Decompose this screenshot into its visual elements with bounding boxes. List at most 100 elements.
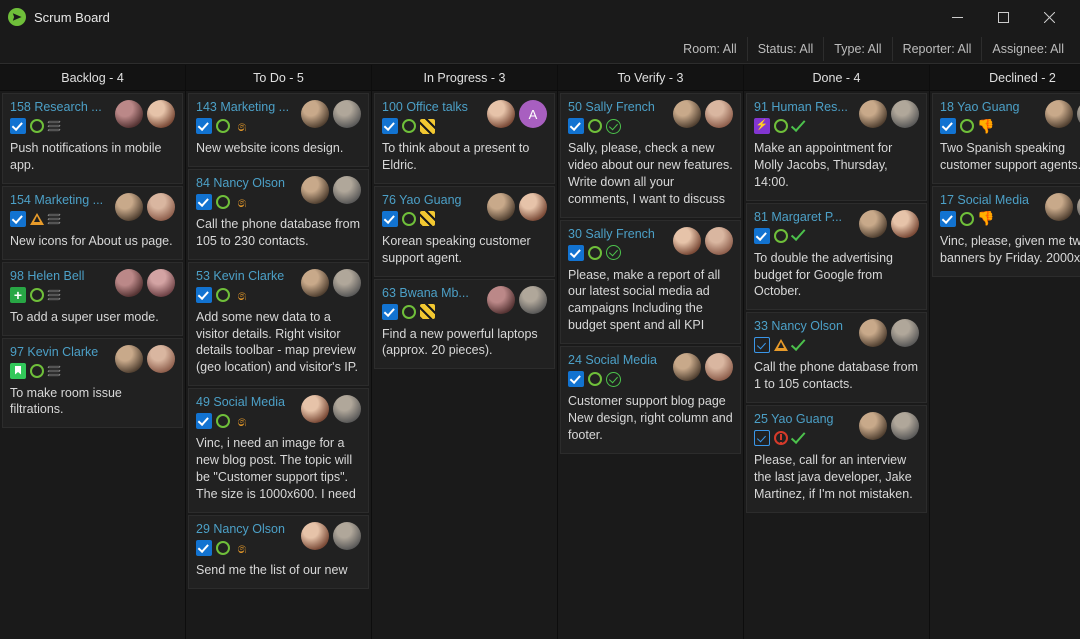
avatar[interactable] — [891, 319, 919, 347]
filter-type[interactable]: Type: All — [824, 37, 892, 61]
avatar[interactable] — [891, 100, 919, 128]
card-title[interactable]: 24 Social Media — [568, 353, 667, 367]
avatar[interactable] — [705, 353, 733, 381]
card[interactable]: 158 Research ...Push notifications in mo… — [2, 93, 183, 184]
avatar[interactable] — [859, 412, 887, 440]
avatar[interactable] — [673, 100, 701, 128]
column-body[interactable]: 18 Yao GuangTwo Spanish speaking custome… — [930, 91, 1080, 639]
card[interactable]: 63 Bwana Mb...Find a new powerful laptop… — [374, 279, 555, 370]
card[interactable]: 25 Yao GuangPlease, call for an intervie… — [746, 405, 927, 513]
column-body[interactable]: 91 Human Res...Make an appointment for M… — [744, 91, 929, 639]
card-title[interactable]: 17 Social Media — [940, 193, 1039, 207]
card-title[interactable]: 25 Yao Guang — [754, 412, 853, 426]
avatar[interactable] — [301, 176, 329, 204]
avatar[interactable]: A — [519, 100, 547, 128]
card-title[interactable]: 154 Marketing ... — [10, 193, 109, 207]
card-title[interactable]: 50 Sally French — [568, 100, 667, 114]
avatar[interactable] — [301, 269, 329, 297]
card[interactable]: 81 Margaret P...To double the advertisin… — [746, 203, 927, 311]
card[interactable]: 49 Social MediaVinc, i need an image for… — [188, 388, 369, 513]
card[interactable]: 17 Social MediaVinc, please, given me tw… — [932, 186, 1080, 277]
avatar[interactable] — [1045, 100, 1073, 128]
avatar[interactable] — [115, 345, 143, 373]
board[interactable]: Backlog - 4158 Research ...Push notifica… — [0, 64, 1080, 639]
avatar[interactable] — [333, 522, 361, 550]
avatar[interactable] — [1045, 193, 1073, 221]
layers-icon — [48, 119, 62, 133]
card[interactable]: 98 Helen BellTo add a super user mode. — [2, 262, 183, 336]
filter-room[interactable]: Room: All — [673, 37, 748, 61]
avatar[interactable] — [487, 193, 515, 221]
avatar[interactable] — [115, 269, 143, 297]
avatar[interactable] — [115, 193, 143, 221]
avatar[interactable] — [301, 395, 329, 423]
card-title[interactable]: 49 Social Media — [196, 395, 295, 409]
filter-assignee[interactable]: Assignee: All — [982, 37, 1074, 61]
card-title[interactable]: 98 Helen Bell — [10, 269, 109, 283]
card[interactable]: 100 Office talksATo think about a presen… — [374, 93, 555, 184]
card-title[interactable]: 158 Research ... — [10, 100, 109, 114]
card-title[interactable]: 143 Marketing ... — [196, 100, 295, 114]
maximize-button[interactable] — [980, 0, 1026, 34]
avatar[interactable] — [487, 100, 515, 128]
card-title[interactable]: 84 Nancy Olson — [196, 176, 295, 190]
minimize-button[interactable] — [934, 0, 980, 34]
avatar[interactable] — [147, 193, 175, 221]
card[interactable]: 91 Human Res...Make an appointment for M… — [746, 93, 927, 201]
avatar[interactable] — [487, 286, 515, 314]
card[interactable]: 97 Kevin ClarkeTo make room issue filtra… — [2, 338, 183, 429]
card[interactable]: 18 Yao GuangTwo Spanish speaking custome… — [932, 93, 1080, 184]
card[interactable]: 33 Nancy OlsonCall the phone database fr… — [746, 312, 927, 403]
avatar[interactable] — [301, 100, 329, 128]
card[interactable]: 24 Social MediaCustomer support blog pag… — [560, 346, 741, 454]
card-title[interactable]: 29 Nancy Olson — [196, 522, 295, 536]
card[interactable]: 143 Marketing ...New website icons desig… — [188, 93, 369, 167]
avatar[interactable] — [333, 176, 361, 204]
avatar[interactable] — [519, 286, 547, 314]
column-body[interactable]: 50 Sally FrenchSally, please, check a ne… — [558, 91, 743, 639]
avatar[interactable] — [519, 193, 547, 221]
card-title[interactable]: 18 Yao Guang — [940, 100, 1039, 114]
card-title[interactable]: 100 Office talks — [382, 100, 481, 114]
filter-status[interactable]: Status: All — [748, 37, 825, 61]
avatar[interactable] — [891, 412, 919, 440]
card[interactable]: 29 Nancy OlsonSend me the list of our ne… — [188, 515, 369, 589]
card[interactable]: 154 Marketing ...New icons for About us … — [2, 186, 183, 260]
card[interactable]: 76 Yao GuangKorean speaking customer sup… — [374, 186, 555, 277]
close-button[interactable] — [1026, 0, 1072, 34]
card-title[interactable]: 97 Kevin Clarke — [10, 345, 109, 359]
column-body[interactable]: 143 Marketing ...New website icons desig… — [186, 91, 371, 639]
card-avatars — [673, 227, 733, 261]
column-body[interactable]: 158 Research ...Push notifications in mo… — [0, 91, 185, 639]
avatar[interactable] — [859, 210, 887, 238]
avatar[interactable] — [891, 210, 919, 238]
column-body[interactable]: 100 Office talksATo think about a presen… — [372, 91, 557, 639]
card-title[interactable]: 63 Bwana Mb... — [382, 286, 481, 300]
avatar[interactable] — [705, 100, 733, 128]
filter-reporter[interactable]: Reporter: All — [893, 37, 983, 61]
avatar[interactable] — [673, 353, 701, 381]
card-title[interactable]: 81 Margaret P... — [754, 210, 853, 224]
avatar[interactable] — [673, 227, 701, 255]
avatar[interactable] — [859, 100, 887, 128]
avatar[interactable] — [333, 395, 361, 423]
avatar[interactable] — [147, 100, 175, 128]
card-title[interactable]: 53 Kevin Clarke — [196, 269, 295, 283]
card-title[interactable]: 91 Human Res... — [754, 100, 853, 114]
card-title[interactable]: 76 Yao Guang — [382, 193, 481, 207]
card[interactable]: 50 Sally FrenchSally, please, check a ne… — [560, 93, 741, 218]
card[interactable]: 30 Sally FrenchPlease, make a report of … — [560, 220, 741, 345]
card[interactable]: 53 Kevin ClarkeAdd some new data to a vi… — [188, 262, 369, 387]
card-title[interactable]: 30 Sally French — [568, 227, 667, 241]
circle-icon — [216, 541, 230, 555]
avatar[interactable] — [115, 100, 143, 128]
avatar[interactable] — [301, 522, 329, 550]
avatar[interactable] — [859, 319, 887, 347]
avatar[interactable] — [333, 100, 361, 128]
card[interactable]: 84 Nancy OlsonCall the phone database fr… — [188, 169, 369, 260]
card-title[interactable]: 33 Nancy Olson — [754, 319, 853, 333]
avatar[interactable] — [147, 269, 175, 297]
avatar[interactable] — [147, 345, 175, 373]
avatar[interactable] — [705, 227, 733, 255]
avatar[interactable] — [333, 269, 361, 297]
